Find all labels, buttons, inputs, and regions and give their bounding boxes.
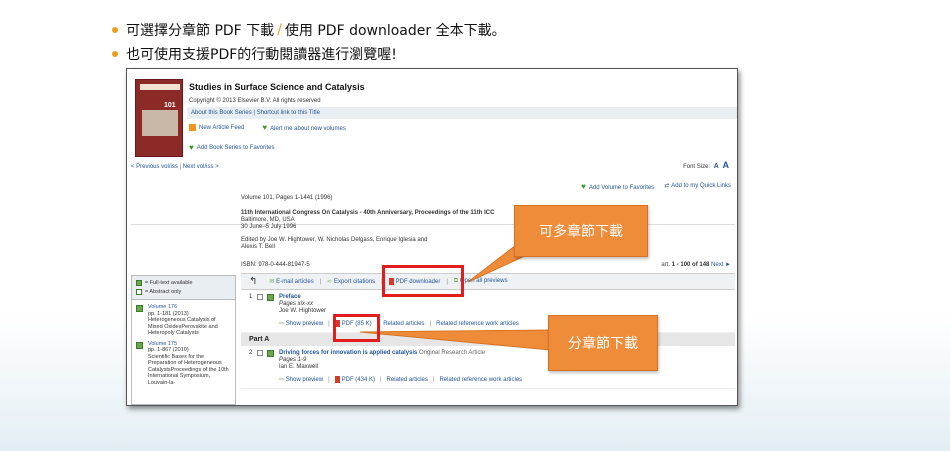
callout-multi-chapter: 可多章節下載 [514,205,648,257]
callout-pointers [359,241,551,351]
callout-pointer-chapter [359,329,551,351]
pdf-link-highlight [333,314,380,342]
pdf-downloader-highlight [382,265,464,297]
callout-chapter: 分章節下載 [548,315,658,371]
